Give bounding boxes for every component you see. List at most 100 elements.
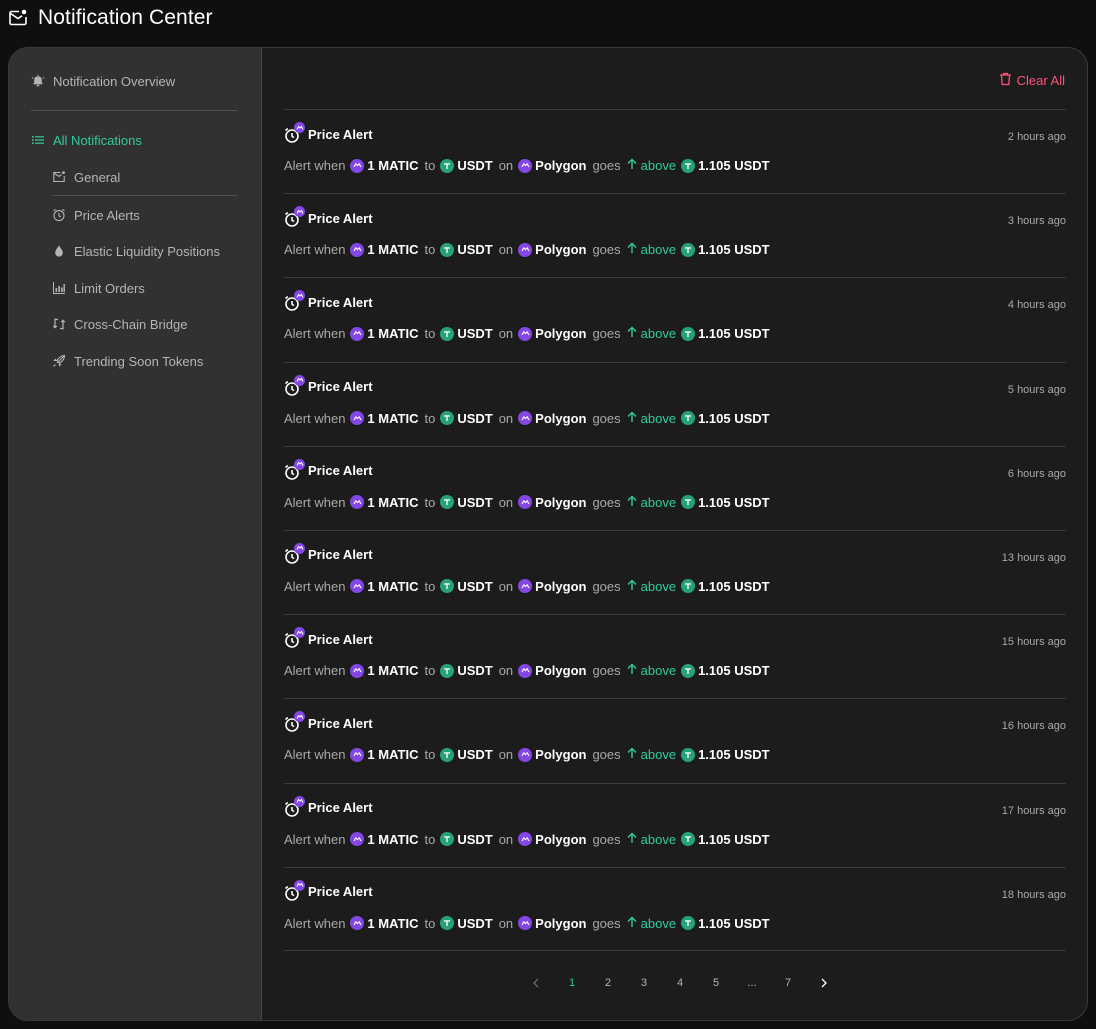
notification-row[interactable]: Price Alert 13 hours ago Alert when 1 MA… bbox=[284, 529, 1066, 614]
body-chain: Polygon bbox=[535, 831, 587, 847]
notification-body: Alert when 1 MATIC to USDT on Polygon go… bbox=[284, 242, 776, 257]
notification-row[interactable]: Price Alert 18 hours ago Alert when 1 MA… bbox=[284, 866, 1066, 951]
sidebar-item-trending-soon[interactable]: Trending Soon Tokens bbox=[52, 351, 203, 371]
notification-row[interactable]: Price Alert 17 hours ago Alert when 1 MA… bbox=[284, 782, 1066, 867]
alarm-icon bbox=[52, 208, 66, 222]
page-7[interactable]: 7 bbox=[770, 971, 806, 995]
sidebar-item-label: Limit Orders bbox=[74, 280, 145, 296]
notification-row[interactable]: Price Alert 4 hours ago Alert when 1 MAT… bbox=[284, 277, 1066, 361]
alarm-icon bbox=[284, 374, 305, 397]
notification-time: 3 hours ago bbox=[1007, 215, 1066, 228]
page-3[interactable]: 3 bbox=[626, 971, 662, 995]
notification-row[interactable]: Price Alert 3 hours ago Alert when 1 MAT… bbox=[284, 193, 1066, 277]
body-quote: USDT bbox=[457, 242, 493, 258]
notification-row[interactable]: Price Alert 6 hours ago Alert when 1 MAT… bbox=[284, 445, 1066, 530]
body-target: 1.105 USDT bbox=[698, 663, 770, 679]
notification-row[interactable]: Price Alert 16 hours ago Alert when 1 MA… bbox=[284, 698, 1066, 782]
arrow-up-icon bbox=[626, 158, 638, 173]
body-to: to bbox=[424, 158, 436, 173]
next-page-icon[interactable] bbox=[806, 971, 842, 995]
matic-token-icon bbox=[350, 158, 365, 173]
notification-title-text: Price Alert bbox=[308, 379, 373, 395]
matic-token-icon bbox=[350, 411, 365, 426]
trash-icon bbox=[999, 72, 1012, 89]
notification-row[interactable]: Price Alert 5 hours ago Alert when 1 MAT… bbox=[284, 361, 1066, 446]
body-amount: 1 MATIC bbox=[367, 410, 419, 426]
body-chain: Polygon bbox=[535, 494, 587, 510]
body-amount: 1 MATIC bbox=[367, 494, 419, 510]
polygon-chain-icon bbox=[518, 411, 533, 426]
page-4[interactable]: 4 bbox=[662, 971, 698, 995]
body-goes: goes bbox=[592, 242, 621, 258]
notification-title-text: Price Alert bbox=[308, 210, 373, 226]
body-goes: goes bbox=[592, 915, 621, 931]
notification-body: Alert when 1 MATIC to USDT on Polygon go… bbox=[284, 579, 776, 594]
polygon-chain-icon bbox=[518, 158, 533, 173]
sidebar-item-all-notifications[interactable]: All Notifications bbox=[31, 130, 142, 150]
sidebar-item-overview[interactable]: Notification Overview bbox=[31, 71, 175, 91]
rocket-icon bbox=[52, 354, 66, 368]
body-direction-text: above bbox=[640, 915, 677, 931]
body-direction: above bbox=[626, 747, 676, 762]
sidebar-item-general[interactable]: General bbox=[52, 167, 120, 187]
arrow-up-icon bbox=[626, 326, 638, 341]
arrow-up-icon bbox=[626, 242, 638, 257]
body-prefix: Alert when bbox=[284, 663, 346, 679]
notification-title: Price Alert bbox=[284, 795, 373, 818]
alarm-icon bbox=[284, 206, 305, 228]
usdt-token-icon bbox=[681, 832, 696, 846]
body-direction-text: above bbox=[640, 663, 677, 679]
notification-title: Price Alert bbox=[284, 458, 373, 481]
usdt-token-icon bbox=[440, 916, 455, 931]
clear-all-button[interactable]: Clear All bbox=[999, 72, 1065, 89]
notification-list-area: Clear All Price Alert 2 hours ago Alert … bbox=[262, 48, 1087, 1020]
body-prefix: Alert when bbox=[284, 494, 346, 510]
usdt-token-icon bbox=[681, 495, 696, 510]
body-goes: goes bbox=[592, 831, 621, 847]
usdt-token-icon bbox=[440, 158, 455, 173]
body-quote: USDT bbox=[457, 494, 493, 510]
notification-title: Price Alert bbox=[284, 627, 373, 649]
sidebar-item-elastic-liquidity[interactable]: Elastic Liquidity Positions bbox=[52, 241, 220, 261]
body-goes: goes bbox=[592, 326, 621, 342]
body-target: 1.105 USDT bbox=[698, 831, 770, 847]
body-goes: goes bbox=[592, 158, 621, 173]
body-amount: 1 MATIC bbox=[367, 242, 419, 258]
polygon-badge-icon bbox=[294, 542, 305, 554]
arrow-up-icon bbox=[626, 495, 638, 510]
body-on: on bbox=[498, 747, 514, 763]
usdt-token-icon bbox=[681, 747, 696, 762]
polygon-badge-icon bbox=[294, 711, 305, 723]
page-2[interactable]: 2 bbox=[590, 971, 626, 995]
sidebar-item-price-alerts[interactable]: Price Alerts bbox=[52, 205, 140, 225]
polygon-badge-icon bbox=[294, 374, 305, 386]
sidebar-item-limit-orders[interactable]: Limit Orders bbox=[52, 278, 145, 298]
alarm-icon bbox=[284, 122, 305, 144]
body-on: on bbox=[498, 410, 514, 426]
drop-icon bbox=[52, 244, 66, 258]
notification-time: 4 hours ago bbox=[1007, 299, 1066, 312]
arrow-up-icon bbox=[626, 747, 638, 762]
pagination-ellipsis: ... bbox=[747, 977, 757, 989]
page-1[interactable]: 1 bbox=[554, 971, 590, 995]
body-chain: Polygon bbox=[535, 410, 587, 426]
notification-row[interactable]: Price Alert 2 hours ago Alert when 1 MAT… bbox=[284, 109, 1066, 193]
sidebar-item-label: Elastic Liquidity Positions bbox=[74, 243, 220, 259]
sidebar-item-cross-chain-bridge[interactable]: Cross-Chain Bridge bbox=[52, 314, 187, 334]
prev-page-icon[interactable] bbox=[518, 971, 554, 995]
usdt-token-icon bbox=[440, 326, 455, 341]
sidebar: Notification Overview All Notifications … bbox=[9, 48, 262, 1020]
body-quote: USDT bbox=[457, 915, 493, 931]
body-direction: above bbox=[626, 158, 676, 173]
list-icon bbox=[31, 133, 45, 147]
notification-title: Price Alert bbox=[284, 290, 373, 312]
notification-row[interactable]: Price Alert 15 hours ago Alert when 1 MA… bbox=[284, 614, 1066, 698]
notification-title-text: Price Alert bbox=[308, 884, 373, 900]
page-title: Notification Center bbox=[38, 6, 213, 29]
notification-time: 2 hours ago bbox=[1007, 131, 1066, 143]
usdt-token-icon bbox=[681, 158, 696, 173]
page-5[interactable]: 5 bbox=[698, 971, 734, 995]
notification-title: Price Alert bbox=[284, 206, 373, 228]
body-to: to bbox=[424, 831, 436, 847]
body-chain: Polygon bbox=[535, 915, 587, 931]
